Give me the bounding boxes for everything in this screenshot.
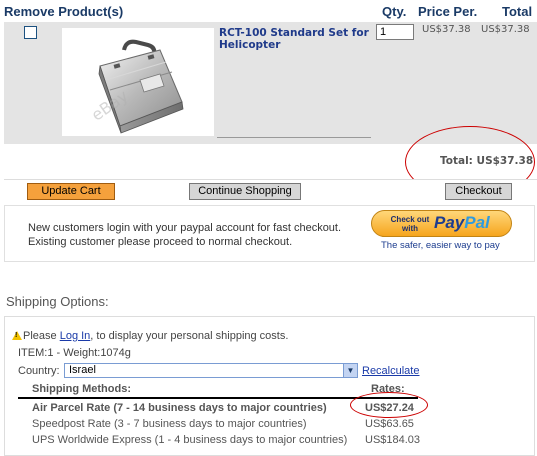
login-notice: Please Log In, to display your personal … [23,330,288,342]
shipping-method-rate: US$27.24 [365,402,414,414]
paypal-checkout-with-text: Check out with [390,215,430,233]
shipping-method-rate: US$184.03 [365,434,421,446]
price-per-header: Price Per. [418,4,478,19]
shipping-method-name: Speedpost Rate (3 - 7 business days to m… [32,418,307,430]
shipping-method-name: UPS Worldwide Express (1 - 4 business da… [32,434,348,446]
paypal-logo-pal: Pal [464,213,490,232]
aluminum-case-image: eBay [88,39,184,134]
continue-shopping-button[interactable]: Continue Shopping [189,183,301,200]
login-link[interactable]: Log In [60,330,91,342]
chevron-down-icon[interactable]: ▼ [343,364,357,377]
remove-products-header: Remove Product(s) [4,4,124,19]
price-per-value: US$37.38 [422,24,471,35]
paypal-logo-pay: Pay [434,213,465,232]
update-cart-button[interactable]: Update Cart [27,183,115,200]
product-name-divider [217,137,371,138]
login-notice-prefix: Please [23,330,60,342]
country-select[interactable]: Israel [64,363,358,378]
quantity-input[interactable] [376,24,414,40]
paypal-info-line1: New customers login with your paypal acc… [28,222,342,234]
cart-total: Total: US$37.38 [440,155,534,167]
item-weight-line: ITEM:1 - Weight:1074g [18,347,131,359]
login-notice-suffix: , to display your personal shipping cost… [90,330,289,342]
paypal-info-line2: Existing customer please proceed to norm… [28,236,293,248]
qty-header: Qty. [382,4,407,19]
warning-icon-mark: ! [15,332,18,339]
product-name-link[interactable]: RCT-100 Standard Set for Helicopter [219,27,371,51]
country-label: Country: [18,365,60,377]
shipping-options-title: Shipping Options: [6,294,109,309]
paypal-tagline: The safer, easier way to pay [381,240,500,251]
shipping-methods-divider [18,397,418,399]
paypal-logo: PayPal [434,213,490,233]
recalculate-link[interactable]: Recalculate [362,365,419,377]
product-image[interactable]: eBay [62,28,214,136]
shipping-method-rate: US$63.65 [365,418,414,430]
checkout-button[interactable]: Checkout [445,183,512,200]
remove-product-checkbox[interactable] [24,26,37,39]
shipping-methods-header: Shipping Methods: [32,383,131,395]
total-header: Total [502,4,533,19]
line-total-value: US$37.38 [481,24,530,35]
rates-header: Rates: [371,383,405,395]
shipping-method-name: Air Parcel Rate (7 - 14 business days to… [32,402,327,414]
